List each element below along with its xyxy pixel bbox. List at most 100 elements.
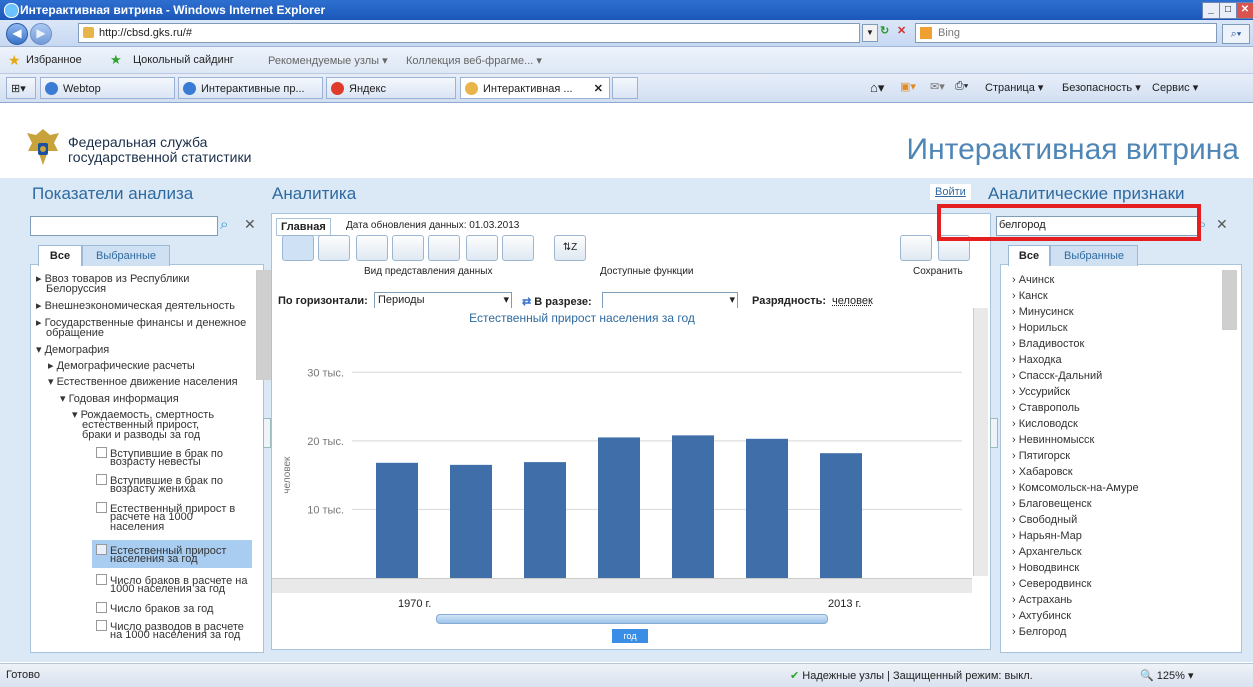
city-item[interactable]: › Находка bbox=[1012, 354, 1062, 366]
clear-search-icon[interactable]: ✕ bbox=[1216, 216, 1228, 233]
sort-function-button[interactable]: ⇅Z bbox=[554, 235, 586, 261]
city-item[interactable]: › Ставрополь bbox=[1012, 402, 1080, 414]
feeds-icon[interactable]: ▣▾ bbox=[900, 80, 916, 93]
checkbox[interactable] bbox=[96, 447, 107, 458]
fav-link-3[interactable]: Коллекция веб-фрагме... ▾ bbox=[406, 54, 542, 67]
city-item[interactable]: › Ачинск bbox=[1012, 274, 1054, 286]
right-tab-selected[interactable]: Выбранные bbox=[1050, 245, 1138, 266]
city-item[interactable]: › Астрахань bbox=[1012, 594, 1072, 606]
tree-item[interactable]: ▾ Демография bbox=[36, 345, 109, 356]
city-item[interactable]: › Пятигорск bbox=[1012, 450, 1070, 462]
city-item[interactable]: › Белгород bbox=[1012, 626, 1066, 638]
right-scrollbar[interactable] bbox=[1222, 270, 1237, 330]
right-splitter-handle[interactable] bbox=[990, 418, 998, 448]
stop-icon[interactable]: ✕ bbox=[897, 24, 911, 40]
view-horizontal-bar-button[interactable] bbox=[318, 235, 350, 261]
digits-value[interactable]: человек bbox=[832, 295, 873, 307]
city-item[interactable]: › Свободный bbox=[1012, 514, 1077, 526]
view-label: Вид представления данных bbox=[364, 266, 493, 277]
checkbox[interactable] bbox=[96, 620, 107, 631]
browser-tab-3[interactable]: Яндекс bbox=[326, 77, 456, 99]
refresh-icon[interactable]: ↻ bbox=[880, 24, 894, 40]
print-icon[interactable]: ⎙▾ bbox=[955, 80, 968, 93]
checkbox[interactable] bbox=[96, 502, 107, 513]
left-splitter-handle[interactable] bbox=[263, 418, 271, 448]
city-item[interactable]: › Минусинск bbox=[1012, 306, 1074, 318]
browser-tab-2[interactable]: Интерактивные пр... bbox=[178, 77, 323, 99]
browser-tab-1[interactable]: Webtop bbox=[40, 77, 175, 99]
city-item[interactable]: › Комсомольск-на-Амуре bbox=[1012, 482, 1139, 494]
city-item[interactable]: › Уссурийск bbox=[1012, 386, 1070, 398]
view-bar-chart-button[interactable] bbox=[282, 235, 314, 261]
city-item[interactable]: › Нарьян-Мар bbox=[1012, 530, 1082, 542]
timeline-slider[interactable] bbox=[436, 614, 828, 624]
search-go-icon[interactable]: ⌕▾ bbox=[1222, 24, 1250, 44]
left-search-input[interactable] bbox=[30, 216, 218, 236]
search-icon[interactable]: ⌕ bbox=[220, 216, 228, 233]
tree-item-checkbox[interactable]: Число браков за год bbox=[96, 602, 213, 615]
view-map-button[interactable] bbox=[502, 235, 534, 261]
chart-horizontal-scrollbar[interactable] bbox=[272, 578, 972, 593]
add-favorite-icon[interactable]: ★ bbox=[110, 52, 122, 68]
view-line-button[interactable] bbox=[428, 235, 460, 261]
checkbox[interactable] bbox=[96, 474, 107, 485]
tree-item[interactable]: ▾ Годовая информация bbox=[60, 394, 179, 405]
checkbox[interactable] bbox=[96, 544, 107, 555]
forward-button[interactable]: ▶ bbox=[30, 23, 52, 45]
left-scrollbar[interactable] bbox=[256, 270, 271, 380]
back-button[interactable]: ◀ bbox=[6, 23, 28, 45]
tree-item[interactable]: ▸ Демографические расчеты bbox=[48, 361, 195, 372]
mail-icon[interactable]: ✉▾ bbox=[930, 80, 945, 93]
city-item[interactable]: › Владивосток bbox=[1012, 338, 1084, 350]
login-link[interactable]: Войти bbox=[930, 184, 971, 200]
swap-icon[interactable]: ⇄ bbox=[522, 296, 531, 308]
city-item[interactable]: › Архангельск bbox=[1012, 546, 1082, 558]
zoom-control[interactable]: 🔍 125% ▾ bbox=[1140, 669, 1193, 682]
city-item[interactable]: › Спасск-Дальний bbox=[1012, 370, 1102, 382]
maximize-button[interactable]: □ bbox=[1219, 2, 1237, 19]
chart-vertical-scrollbar[interactable] bbox=[973, 308, 988, 576]
city-item[interactable]: › Северодвинск bbox=[1012, 578, 1091, 590]
checkbox[interactable] bbox=[96, 602, 107, 613]
tree-item[interactable]: ▾ Естественное движение населения bbox=[48, 377, 238, 388]
site-title: Интерактивная витрина bbox=[906, 133, 1239, 166]
city-item[interactable]: › Новодвинск bbox=[1012, 562, 1079, 574]
close-window-button[interactable]: ✕ bbox=[1236, 2, 1253, 19]
tree-item[interactable]: ▸ Внешнеэкономическая деятельность bbox=[36, 301, 235, 312]
city-item[interactable]: › Хабаровск bbox=[1012, 466, 1073, 478]
address-dropdown-button[interactable]: ▼ bbox=[862, 24, 878, 42]
menu-page[interactable]: Страница ▾ bbox=[985, 81, 1043, 94]
browser-tab-4[interactable]: Интерактивная ... ✕ bbox=[460, 77, 610, 99]
favorites-button[interactable]: Избранное bbox=[26, 54, 82, 66]
city-item[interactable]: › Норильск bbox=[1012, 322, 1068, 334]
city-item[interactable]: › Ахтубинск bbox=[1012, 610, 1071, 622]
fav-link-1[interactable]: Цокольный сайдинг bbox=[133, 54, 234, 66]
print-button[interactable] bbox=[900, 235, 932, 261]
home-icon[interactable]: ⌂▾ bbox=[870, 80, 884, 96]
new-tab-button[interactable] bbox=[612, 77, 638, 99]
city-item[interactable]: › Кисловодск bbox=[1012, 418, 1078, 430]
menu-security[interactable]: Безопасность ▾ bbox=[1062, 81, 1141, 94]
checkbox[interactable] bbox=[96, 574, 107, 585]
slider-start-label: 1970 г. bbox=[398, 598, 432, 610]
city-item[interactable]: › Канск bbox=[1012, 290, 1048, 302]
address-input[interactable]: http://cbsd.gks.ru/# bbox=[78, 23, 860, 43]
view-pie-button[interactable] bbox=[392, 235, 424, 261]
close-tab-icon[interactable]: ✕ bbox=[594, 78, 603, 100]
zoom-value: 125% bbox=[1156, 670, 1185, 682]
minimize-button[interactable]: _ bbox=[1202, 2, 1220, 19]
left-tab-selected[interactable]: Выбранные bbox=[82, 245, 170, 266]
menu-tools[interactable]: Сервис ▾ bbox=[1152, 81, 1198, 94]
fav-link-2[interactable]: Рекомендуемые узлы ▾ bbox=[268, 54, 388, 67]
right-tab-all[interactable]: Все bbox=[1008, 245, 1050, 266]
tab-main[interactable]: Главная bbox=[276, 218, 331, 236]
view-table-button[interactable] bbox=[356, 235, 388, 261]
search-box[interactable]: Bing bbox=[915, 23, 1217, 43]
left-tab-all[interactable]: Все bbox=[38, 245, 82, 266]
view-histogram-button[interactable] bbox=[466, 235, 498, 261]
city-item[interactable]: › Невинномысск bbox=[1012, 434, 1094, 446]
quick-tabs-button[interactable]: ⊞▾ bbox=[6, 77, 36, 99]
clear-search-icon[interactable]: ✕ bbox=[244, 216, 256, 233]
slider-unit-button[interactable]: год bbox=[612, 629, 648, 643]
city-item[interactable]: › Благовещенск bbox=[1012, 498, 1092, 510]
